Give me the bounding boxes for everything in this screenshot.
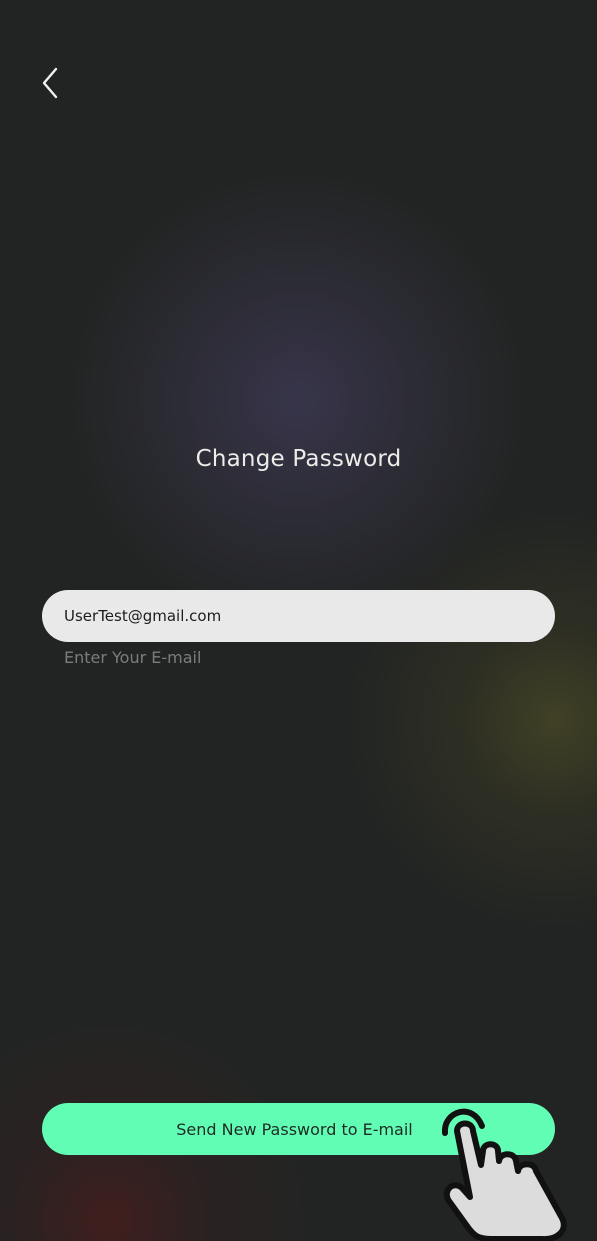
email-hint-label: Enter Your E-mail xyxy=(64,648,202,667)
send-new-password-button[interactable]: Send New Password to E-mail xyxy=(42,1103,555,1155)
chevron-left-icon xyxy=(42,67,58,99)
back-button[interactable] xyxy=(28,58,76,106)
send-button-label: Send New Password to E-mail xyxy=(176,1119,413,1139)
change-password-screen: Change Password Enter Your E-mail Send N… xyxy=(0,0,597,1241)
email-input[interactable] xyxy=(64,607,534,625)
email-field[interactable] xyxy=(42,590,555,642)
page-title: Change Password xyxy=(195,446,402,472)
